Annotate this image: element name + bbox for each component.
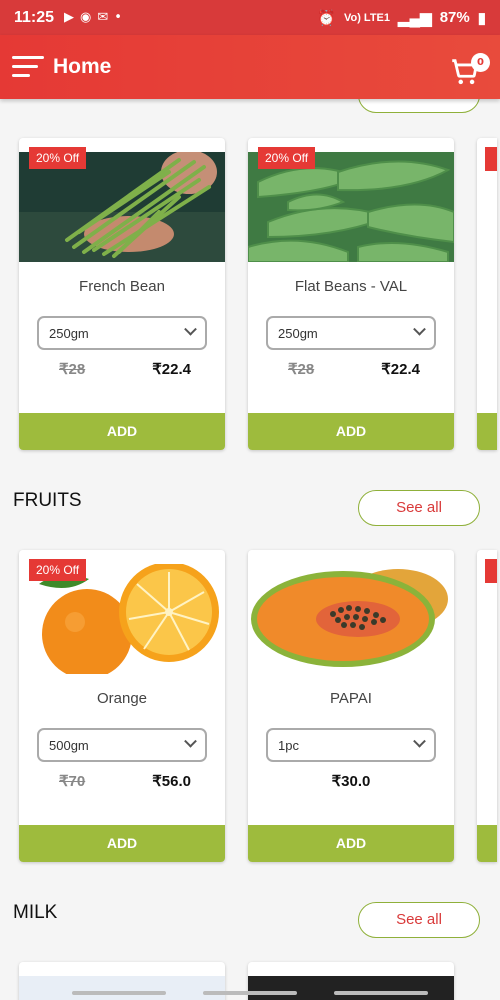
- variant-select[interactable]: 250gm: [266, 316, 436, 350]
- variant-select[interactable]: 500gm: [37, 728, 207, 762]
- chevron-down-icon: [413, 322, 426, 336]
- product-card[interactable]: 20% Off Flat Beans - VAL 250gm ₹28 ₹22.4…: [248, 138, 454, 450]
- product-name: Flat Beans - VAL: [294, 278, 408, 295]
- milk-section: MILK See all: [0, 884, 500, 1000]
- mail-icon: ✉: [97, 10, 109, 25]
- mrp-price: ₹28: [59, 361, 86, 378]
- chevron-down-icon: [413, 734, 426, 748]
- variant-select[interactable]: 250gm: [37, 316, 207, 350]
- mrp-price: ₹70: [59, 773, 86, 790]
- sale-price: ₹22.4: [152, 361, 191, 378]
- dot-icon: •: [114, 10, 122, 25]
- chevron-down-icon: [184, 322, 197, 336]
- google-icon: ◉: [80, 10, 92, 25]
- battery-level: 87%: [439, 9, 470, 26]
- chevron-down-icon: [184, 734, 197, 748]
- alarm-icon: ⏰: [317, 9, 336, 27]
- discount-badge: 20% Off: [258, 147, 316, 169]
- nav-hint-right: [334, 991, 428, 995]
- sale-price: ₹22.4: [381, 361, 420, 378]
- vegetables-section: See all 20% Off French Bean 25: [0, 99, 500, 462]
- discount-badge-peek: [485, 147, 497, 171]
- sale-price: ₹30.0: [331, 773, 371, 790]
- variant-select[interactable]: 1pc: [266, 728, 436, 762]
- product-card[interactable]: PAPAI 1pc ₹30.0 ADD: [248, 550, 454, 862]
- signal-icon: ▂▄▆: [398, 9, 432, 27]
- cart-button[interactable]: 0: [448, 47, 490, 87]
- see-all-button[interactable]: See all: [358, 99, 480, 113]
- sale-price: ₹56.0: [152, 773, 191, 790]
- product-name: French Bean: [79, 278, 165, 295]
- product-image: [248, 976, 454, 1000]
- product-name: PAPAI: [330, 690, 372, 707]
- mrp-price: ₹28: [288, 361, 315, 378]
- variant-value: 250gm: [49, 325, 89, 341]
- variant-value: 500gm: [49, 737, 89, 753]
- section-title: MILK: [13, 902, 58, 923]
- youtube-icon: ▶: [64, 10, 75, 25]
- home-content: See all 20% Off French Bean 25: [0, 99, 500, 1000]
- battery-icon: ▮: [477, 9, 486, 27]
- add-button-peek: [477, 413, 497, 450]
- status-right: ⏰ Vo) LTE1 ▂▄▆ 87% ▮: [317, 9, 486, 27]
- product-image: [19, 976, 225, 1000]
- add-button[interactable]: ADD: [248, 413, 454, 450]
- add-button[interactable]: ADD: [19, 413, 225, 450]
- status-bar: 11:25 ▶ ◉ ✉ • ⏰ Vo) LTE1 ▂▄▆ 87% ▮: [0, 0, 500, 35]
- product-card[interactable]: 20% Off Orange 500gm ₹70 ₹56.0 ADD: [19, 550, 225, 862]
- discount-badge-peek: [485, 559, 497, 583]
- product-card-peek[interactable]: [477, 138, 497, 450]
- add-button-peek: [477, 825, 497, 862]
- discount-badge: 20% Off: [29, 147, 87, 169]
- app-bar: Home 0: [0, 35, 500, 99]
- notification-icons: ▶ ◉ ✉ •: [64, 10, 122, 25]
- product-card[interactable]: 20% Off French Bean 250gm ₹28 ₹22.4 ADD: [19, 138, 225, 450]
- product-card-peek[interactable]: [477, 550, 497, 862]
- status-time: 11:25: [14, 8, 55, 26]
- page-title: Home: [53, 55, 112, 78]
- product-image: [248, 564, 454, 674]
- see-all-button[interactable]: See all: [358, 902, 480, 938]
- discount-badge: 20% Off: [29, 559, 87, 581]
- product-name: Orange: [96, 690, 148, 707]
- add-button[interactable]: ADD: [248, 825, 454, 862]
- section-title: FRUITS: [13, 490, 82, 511]
- add-button[interactable]: ADD: [19, 825, 225, 862]
- variant-value: 1pc: [278, 737, 299, 753]
- cart-count-badge: 0: [471, 53, 490, 72]
- menu-icon[interactable]: [12, 55, 44, 79]
- nav-hint-left: [72, 991, 166, 995]
- nav-hint-center: [203, 991, 297, 995]
- variant-value: 250gm: [278, 325, 318, 341]
- see-all-button[interactable]: See all: [358, 490, 480, 526]
- wifi-icon: Vo) LTE1: [343, 11, 390, 24]
- fruits-section: FRUITS See all 20% Off Orange 500gm ₹70 …: [0, 472, 500, 874]
